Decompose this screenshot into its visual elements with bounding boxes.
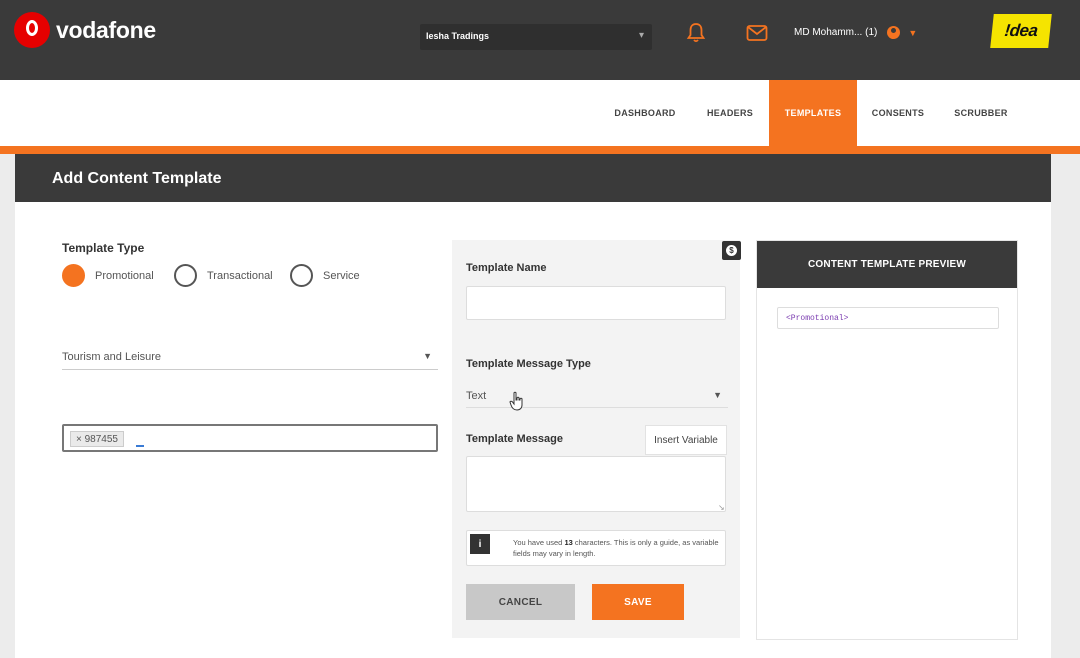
- radio-transactional[interactable]: Transactional: [174, 264, 273, 287]
- user-avatar-icon: [887, 26, 901, 39]
- content-template-preview: CONTENT TEMPLATE PREVIEW <Promotional>: [756, 240, 1018, 640]
- hand-cursor-icon: [509, 391, 523, 411]
- radio-promotional[interactable]: Promotional: [62, 264, 154, 287]
- brand-name: vodafone: [56, 16, 156, 43]
- info-icon: i: [470, 534, 490, 554]
- save-button[interactable]: SAVE: [592, 584, 684, 620]
- category-select[interactable]: Tourism and Leisure ▼: [62, 346, 438, 370]
- radio-selected-icon: [62, 264, 85, 287]
- caret-down-icon: ▼: [908, 27, 918, 38]
- nav-scrubber[interactable]: SCRUBBER: [944, 80, 1018, 146]
- top-bar: vodafone Iesha Tradings ▾ MD Mohamm... (…: [0, 0, 1080, 80]
- nav-templates[interactable]: TEMPLATES: [769, 80, 857, 146]
- idea-logo-text: !dea: [1003, 21, 1039, 40]
- header-tag-input[interactable]: × 987455: [62, 424, 438, 452]
- resize-handle-icon[interactable]: ↘: [718, 503, 725, 512]
- main-nav: DASHBOARD HEADERS TEMPLATES CONSENTS SCR…: [0, 80, 1080, 146]
- template-message-textarea[interactable]: [466, 456, 726, 512]
- template-name-input[interactable]: [466, 286, 726, 320]
- preview-title: CONTENT TEMPLATE PREVIEW: [757, 241, 1017, 288]
- insert-variable-button[interactable]: Insert Variable: [645, 425, 727, 455]
- preview-content: <Promotional>: [777, 307, 999, 329]
- tag-chip[interactable]: × 987455: [70, 431, 124, 447]
- category-value: Tourism and Leisure: [62, 351, 162, 363]
- radio-service[interactable]: Service: [290, 264, 360, 287]
- message-type-select[interactable]: Text ▼: [466, 384, 728, 408]
- dollar-icon[interactable]: $: [722, 241, 741, 260]
- message-type-label: Template Message Type: [466, 358, 591, 370]
- template-message-label: Template Message: [466, 433, 564, 445]
- radio-transactional-label: Transactional: [207, 269, 273, 282]
- radio-service-label: Service: [323, 269, 360, 282]
- nav-consents[interactable]: CONSENTS: [862, 80, 934, 146]
- mail-icon[interactable]: [746, 24, 768, 42]
- nav-headers[interactable]: HEADERS: [694, 80, 766, 146]
- radio-unselected-icon: [290, 264, 313, 287]
- nav-accent-strip: [0, 146, 1080, 154]
- cancel-button[interactable]: CANCEL: [466, 584, 575, 620]
- chevron-down-icon: ▼: [423, 351, 432, 361]
- bell-icon[interactable]: [686, 22, 706, 44]
- card-header: Add Content Template: [15, 154, 1051, 202]
- user-name: MD Mohamm... (1): [794, 27, 878, 38]
- nav-dashboard[interactable]: DASHBOARD: [602, 80, 688, 146]
- message-type-value: Text: [466, 390, 487, 402]
- chevron-down-icon: ▼: [713, 390, 722, 400]
- chevron-down-icon: ▾: [638, 30, 644, 41]
- radio-promotional-label: Promotional: [95, 269, 154, 282]
- template-type-label: Template Type: [62, 241, 145, 255]
- character-count-info: i You have used 13 characters. This is o…: [466, 530, 726, 566]
- text-cursor: [136, 445, 144, 447]
- company-select[interactable]: Iesha Tradings ▾: [420, 24, 652, 50]
- page-title: Add Content Template: [52, 170, 222, 187]
- vodafone-logo-icon: [14, 12, 50, 48]
- company-select-value: Iesha Tradings: [426, 31, 490, 41]
- vodafone-brand[interactable]: vodafone: [14, 12, 156, 48]
- radio-unselected-icon: [174, 264, 197, 287]
- template-name-label: Template Name: [466, 262, 547, 274]
- character-count-text: You have used 13 characters. This is onl…: [513, 538, 719, 558]
- idea-logo: !dea: [990, 14, 1052, 48]
- user-menu[interactable]: MD Mohamm... (1) ▼: [794, 26, 917, 39]
